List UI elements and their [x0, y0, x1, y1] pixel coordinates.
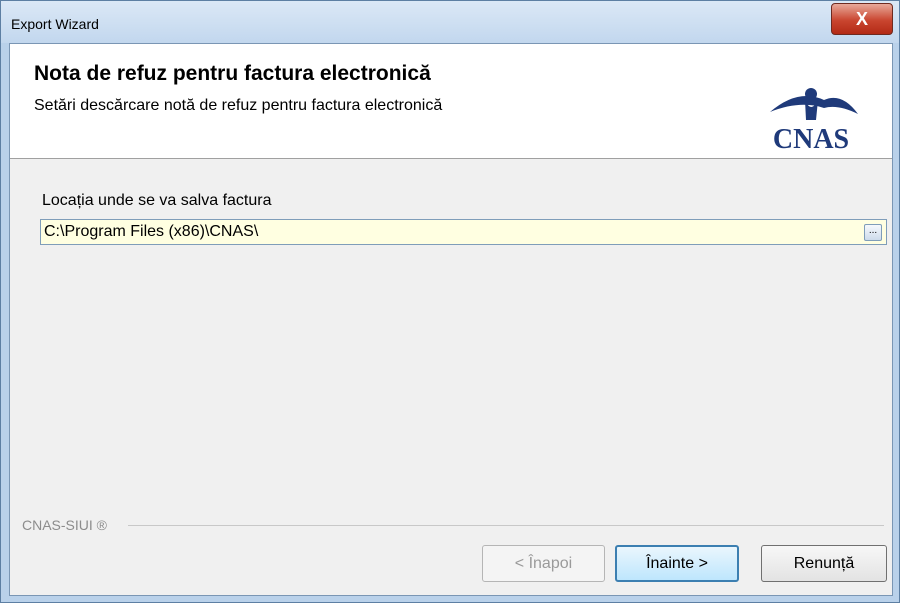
- cnas-logo: CNAS: [770, 88, 858, 154]
- logo-figure-icon: [805, 88, 817, 100]
- close-button[interactable]: X: [831, 3, 893, 35]
- back-button[interactable]: < Înapoi: [482, 545, 605, 582]
- wizard-header: Nota de refuz pentru factura electronică…: [10, 44, 892, 159]
- page-subtitle: Setări descărcare notă de refuz pentru f…: [34, 97, 443, 114]
- browse-button[interactable]: ...: [864, 224, 882, 241]
- footer-divider: [128, 525, 884, 526]
- location-label: Locația unde se va salva factura: [42, 192, 272, 209]
- ellipsis-icon: ...: [868, 225, 878, 236]
- export-wizard-window: Export Wizard X Nota de refuz pentru fac…: [0, 0, 900, 603]
- page-title: Nota de refuz pentru factura electronică: [34, 62, 431, 85]
- save-location-field[interactable]: C:\Program Files (x86)\CNAS\ ...: [40, 219, 887, 245]
- window-title: Export Wizard: [11, 16, 99, 32]
- logo-text: CNAS: [773, 124, 849, 154]
- save-location-value[interactable]: C:\Program Files (x86)\CNAS\: [44, 223, 258, 241]
- next-button[interactable]: Înainte >: [615, 545, 739, 582]
- cancel-button[interactable]: Renunță: [761, 545, 887, 582]
- footer-brand: CNAS-SIUI ®: [22, 517, 113, 533]
- close-icon: X: [855, 8, 868, 29]
- wizard-body: Locația unde se va salva factura C:\Prog…: [10, 159, 892, 595]
- wizard-page: Nota de refuz pentru factura electronică…: [9, 43, 893, 596]
- title-bar[interactable]: Export Wizard X: [1, 1, 899, 43]
